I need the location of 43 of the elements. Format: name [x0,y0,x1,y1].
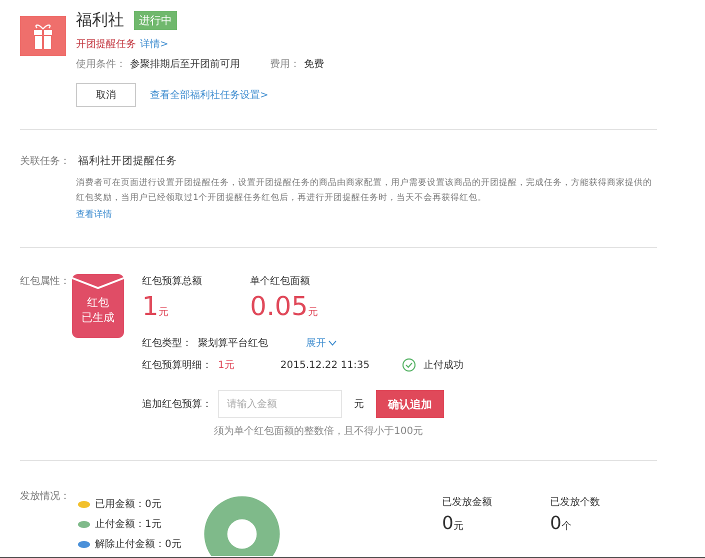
legend-text: 止付金额：1元 [95,518,162,531]
condition-label: 使用条件： [76,58,126,71]
packet-type-label: 红包类型： [142,336,192,350]
add-budget-hint: 须为单个红包面额的整数倍，且不得小于100元 [214,424,424,438]
condition-value: 参聚排期后至开团前可用 [130,58,240,71]
view-details-link[interactable]: 查看详情 [76,210,112,220]
budget-detail-status: 止付成功 [424,358,464,372]
stat-value: 0个 [550,513,572,534]
budget-detail-time: 2015.12.22 11:35 [280,360,370,370]
amount-input[interactable]: 请输入金额 [218,390,342,418]
budget-total-value: 1 元 [142,292,170,324]
add-unit: 元 [354,398,364,411]
add-budget-label: 追加红包预算： [142,398,212,411]
stat-label: 已发放金额 [442,496,493,509]
confirm-add-button[interactable]: 确认追加 [376,390,444,418]
settings-link[interactable]: 查看全部福利社任务设置> [150,88,268,102]
fee-label: 费用： [270,58,300,71]
budget-total-label: 红包预算总额 [142,274,203,288]
stat-label: 已发放个数 [550,496,601,509]
chevron-down-icon [328,340,337,346]
related-description: 消费者可在页面进行设置开团提醒任务，设置开团提醒任务的商品由商家配置，用户需要设置该商品的开团提醒，完成任务，方能获得商家提供的红包奖励，当用户已经领取过1个开团提醒任务红包后，再进行开团提醒任务时，当天不会再获得红包。 [76,176,653,205]
check-circle-icon [402,358,416,372]
single-amount-label: 单个红包面额 [250,274,311,288]
gift-icon [20,16,66,56]
details-link[interactable]: 详情> [140,37,168,51]
task-name: 开团提醒任务 [76,38,136,51]
legend-text: 解除止付金额：0元 [95,538,182,551]
stat-value: 0元 [442,513,464,534]
cancel-button[interactable]: 取消 [76,83,136,107]
fee-value: 免费 [304,58,324,71]
legend-text: 已用金额：0元 [95,498,162,511]
status-badge: 进行中 [134,11,177,30]
welfare-title: 福利社 [76,10,124,31]
packet-type-value: 聚划算平台红包 [198,336,268,350]
expand-link[interactable]: 展开 [306,336,337,350]
envelope-badge: 红包 已生成 [72,274,124,338]
related-label: 关联任务： [20,154,71,168]
distribution-label: 发放情况： [20,490,71,504]
budget-detail-label: 红包预算明细： [142,359,212,372]
related-title: 福利社开团提醒任务 [78,154,177,168]
packet-label: 红包属性： [20,274,71,289]
single-amount-value: 0.05 元 [250,292,319,324]
budget-detail-value: 1元 [218,359,234,372]
